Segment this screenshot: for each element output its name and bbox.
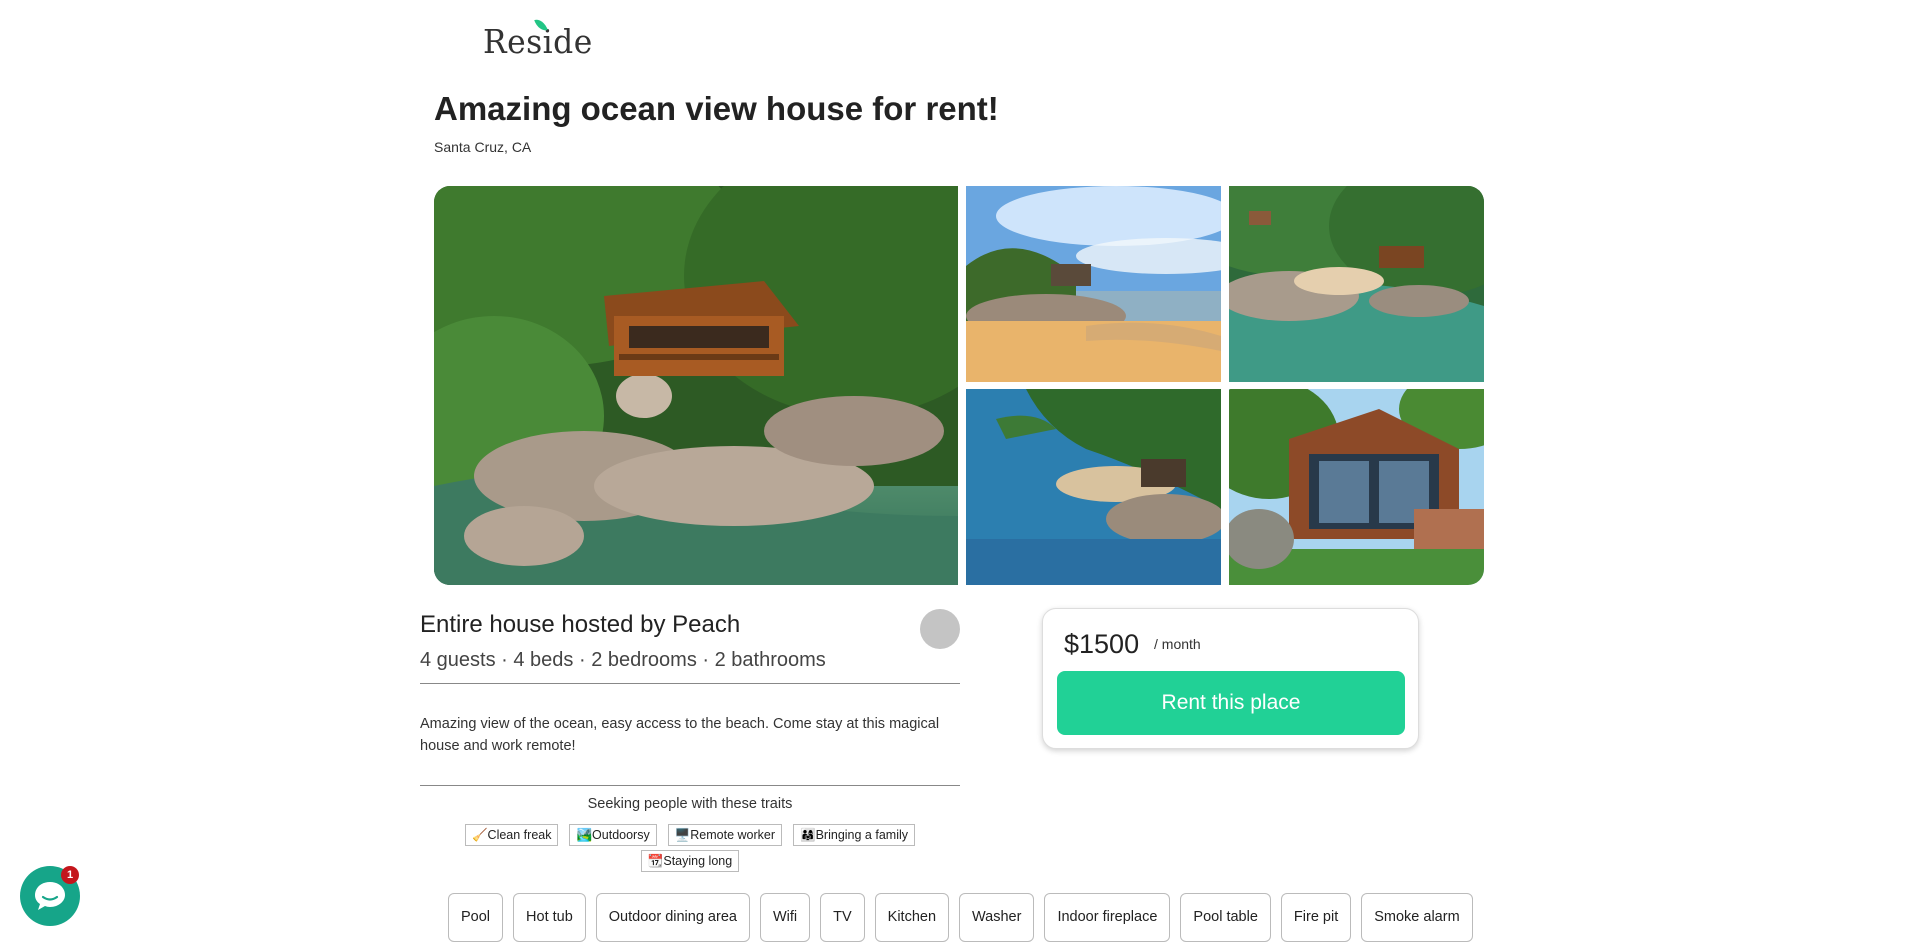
cove-image: [1229, 186, 1484, 382]
traits-heading: Seeking people with these traits: [587, 796, 793, 812]
trait-tag: 🏞️Outdoorsy: [569, 824, 657, 846]
amenity-wifi[interactable]: Wifi: [759, 893, 811, 942]
cove-photo[interactable]: [1229, 186, 1484, 382]
main-photo[interactable]: [434, 186, 958, 585]
amenity-pool[interactable]: Pool: [448, 893, 504, 942]
listing-description: Amazing view of the ocean, easy access t…: [420, 716, 940, 754]
unread-badge: 1: [61, 866, 79, 884]
logo-text: Reside: [483, 22, 593, 61]
glass-house-image: [1229, 389, 1484, 585]
glass-house-photo[interactable]: [1229, 389, 1484, 585]
divider: [420, 683, 960, 684]
rent-button[interactable]: Rent this place: [1057, 671, 1405, 735]
trait-tag: 🧹Clean freak: [464, 824, 559, 846]
beach-image: [966, 186, 1221, 382]
listing-location: Santa Cruz, CA: [434, 139, 532, 155]
traits-list: 🧹Clean freak 🏞️Outdoorsy 🖥️Remote worker…: [440, 824, 940, 872]
amenity-smoke-alarm[interactable]: Smoke alarm: [1361, 893, 1473, 942]
amenity-washer[interactable]: Washer: [959, 893, 1035, 942]
house-on-rocks-image: [434, 186, 958, 585]
host-avatar[interactable]: [920, 609, 960, 649]
amenity-tv[interactable]: TV: [820, 893, 865, 942]
price-card: $1500 / month Rent this place: [1042, 608, 1419, 749]
trait-tag: 📆Staying long: [640, 850, 740, 872]
reside-logo[interactable]: Reside: [483, 16, 593, 61]
host-heading: Entire house hosted by Peach: [420, 611, 741, 638]
amenity-kitchen[interactable]: Kitchen: [874, 893, 950, 942]
amenity-hot-tub[interactable]: Hot tub: [513, 893, 586, 942]
price-unit: / month: [1154, 636, 1201, 652]
photo-gallery: [434, 186, 1484, 585]
divider: [420, 785, 960, 786]
beach-photo[interactable]: [966, 186, 1221, 382]
listing-title: Amazing ocean view house for rent!: [434, 90, 999, 127]
amenities-list: Pool Hot tub Outdoor dining area Wifi TV…: [448, 893, 1478, 942]
amenity-indoor-fireplace[interactable]: Indoor fireplace: [1044, 893, 1171, 942]
coastline-photo[interactable]: [966, 389, 1221, 585]
trait-tag: 👨‍👩‍👧Bringing a family: [793, 824, 915, 846]
listing-stats: 4 guests · 4 beds · 2 bedrooms · 2 bathr…: [420, 649, 826, 671]
amenity-pool-table[interactable]: Pool table: [1180, 893, 1271, 942]
trait-tag: 🖥️Remote worker: [667, 824, 783, 846]
coastline-image: [966, 389, 1221, 585]
amenity-outdoor-dining[interactable]: Outdoor dining area: [595, 893, 750, 942]
chat-bubble-icon: [35, 882, 65, 910]
amenity-fire-pit[interactable]: Fire pit: [1280, 893, 1352, 942]
price: $1500: [1064, 629, 1140, 659]
